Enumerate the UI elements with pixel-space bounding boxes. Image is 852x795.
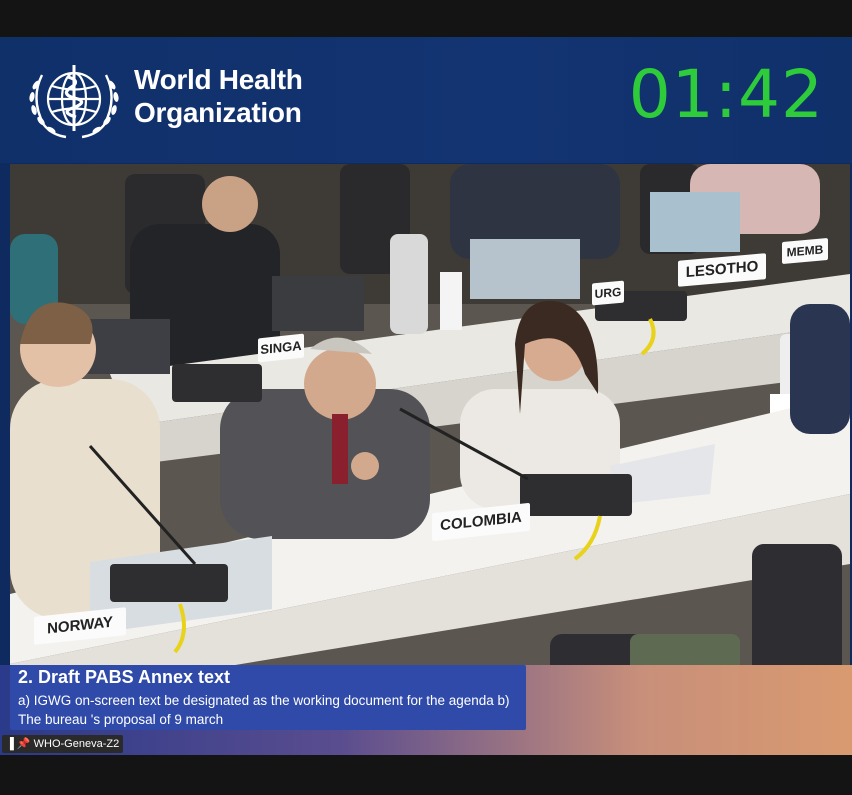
who-banner: World Health Organization 01:42 <box>0 37 852 163</box>
conference-room-scene <box>10 164 850 702</box>
stream-label: WHO-Geneva-Z2 <box>33 738 120 750</box>
who-emblem-icon <box>29 65 119 139</box>
agenda-title: 2. Draft PABS Annex text <box>18 667 231 687</box>
stream-indicator: ▐ 📌 WHO-Geneva-Z2 <box>2 735 124 753</box>
nameplate-member: MEMB <box>782 237 828 265</box>
broadcast-frame: World Health Organization 01:42 NORWAY C… <box>0 37 852 755</box>
video-feed: NORWAY COLOMBIA LESOTHO SINGA URG MEMB <box>10 164 850 702</box>
organization-name-line1: World Health <box>134 64 303 95</box>
organization-name-line2: Organization <box>134 97 302 128</box>
signal-bars-icon: ▐ <box>6 738 14 750</box>
organization-name: World Health Organization <box>134 63 303 129</box>
speaking-timer: 01:42 <box>628 56 824 133</box>
nameplate-singapore: SINGA <box>258 333 304 363</box>
pin-icon: 📌 <box>16 738 31 750</box>
nameplate-luxembourg: URG <box>592 280 624 306</box>
agenda-description: a) IGWG on-screen text be designated as … <box>18 693 510 727</box>
agenda-caption: 2. Draft PABS Annex text a) IGWG on-scre… <box>10 665 526 730</box>
